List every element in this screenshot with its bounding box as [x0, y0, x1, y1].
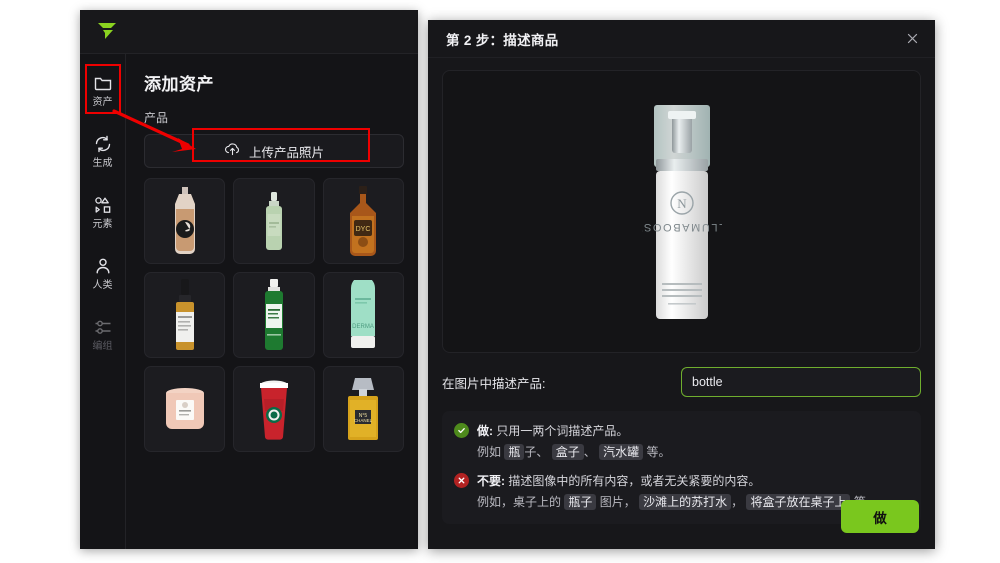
app-window: 资产 生成 元素 人类 编组 添加资产 产品 上传产品照片 DYC DERMA … [80, 10, 418, 549]
tip-do-after-2: 、 [583, 445, 596, 459]
x-icon [454, 473, 469, 488]
sidebar-item-generate-label: 生成 [92, 158, 113, 169]
svg-text:DERMA: DERMA [352, 324, 374, 330]
tip-dont-text: 描述图像中的所有内容，或者无关紧要的内容。 [508, 474, 761, 488]
description-label: 在图片中描述产品: [442, 376, 546, 391]
sidebar: 资产 生成 元素 人类 编组 [80, 54, 126, 549]
product-description-input[interactable] [681, 367, 921, 397]
done-button[interactable]: 做 [841, 500, 919, 533]
svg-text:ILLUMABOOST: ILLUMABOOST [642, 221, 722, 233]
folder-icon [93, 73, 113, 93]
tip-do-example-suffix: 等。 [646, 445, 671, 459]
svg-text:N: N [677, 196, 687, 211]
upload-cloud-icon [224, 142, 241, 161]
modal-footer: 做 [428, 500, 935, 549]
tip-do-text: 只用一两个词描述产品。 [496, 424, 629, 438]
svg-text:CHANEL: CHANEL [354, 418, 373, 423]
svg-text:DYC: DYC [356, 226, 371, 233]
product-preview: N ILLUMABOOST [442, 70, 921, 353]
tip-chip-soda-can: 汽水罐 [599, 444, 644, 460]
person-icon [93, 256, 113, 276]
sidebar-item-humans[interactable]: 人类 [81, 249, 125, 296]
thumbnail-mint-cream-tube[interactable]: DERMA [322, 272, 404, 358]
app-body: 资产 生成 元素 人类 编组 添加资产 产品 上传产品照片 DYC DERMA … [80, 54, 418, 549]
thumbnail-perfume-bottle[interactable]: N°5 CHANEL [322, 366, 404, 452]
sidebar-item-elements[interactable]: 元素 [81, 188, 125, 235]
upload-product-photo-label: 上传产品照片 [248, 145, 324, 160]
tip-do-after-1: 子、 [524, 445, 549, 459]
sidebar-item-humans-label: 人类 [92, 280, 113, 291]
sidebar-item-generate[interactable]: 生成 [81, 127, 125, 174]
screen-root: 资产 生成 元素 人类 编组 添加资产 产品 上传产品照片 DYC DERMA … [0, 0, 1000, 563]
thumbnail-serum-dropper-bottle[interactable] [144, 272, 226, 358]
tip-do-example: 例如 瓶子、 盒子、 汽水罐 等。 [477, 443, 670, 462]
refresh-icon [93, 134, 113, 154]
tip-do-main: 做: 只用一两个词描述产品。 [477, 422, 670, 441]
nodes-icon [93, 317, 113, 337]
sidebar-item-groups-label: 编组 [92, 341, 113, 352]
shapes-icon [93, 195, 113, 215]
tip-chip-bottle: 瓶 [504, 444, 525, 460]
sidebar-item-assets-label: 资产 [92, 97, 113, 108]
close-icon[interactable] [906, 32, 919, 45]
tip-do-title: 做: [477, 424, 493, 438]
tip-dont-main: 不要: 描述图像中的所有内容，或者无关紧要的内容。 [477, 472, 878, 491]
product-thumbnail-grid: DYC DERMA N°5 CHANEL [144, 178, 404, 452]
page-title: 添加资产 [144, 75, 214, 94]
sidebar-item-groups[interactable]: 编组 [81, 310, 125, 357]
tip-dont-title: 不要: [477, 474, 505, 488]
description-row: 在图片中描述产品: [442, 367, 921, 397]
modal-title: 第 2 步：描述商品 [446, 32, 559, 48]
tip-do-example-prefix: 例如 [477, 445, 502, 459]
thumbnail-whiskey-bottle[interactable]: DYC [322, 178, 404, 264]
thumbnail-candle-jar[interactable] [144, 366, 226, 452]
describe-product-modal: 第 2 步：描述商品 N LUMABOOS 在图片中描述产品: bottle 做… [428, 20, 935, 549]
thumbnail-green-toner-bottle[interactable] [233, 272, 315, 358]
illumaboost-pump-bottle-image: N ILLUMABOOST [642, 104, 722, 319]
modal-header: 第 2 步：描述商品 [428, 20, 935, 58]
thumbnail-foundation-bottle[interactable] [144, 178, 226, 264]
upload-product-photo-button[interactable]: 上传产品照片 [144, 134, 404, 168]
tip-do-body: 做: 只用一两个词描述产品。 例如 瓶子、 盒子、 汽水罐 等。 [477, 422, 670, 462]
sidebar-item-elements-label: 元素 [92, 219, 113, 230]
tip-do: 做: 只用一两个词描述产品。 例如 瓶子、 盒子、 汽水罐 等。 [454, 422, 909, 462]
check-icon [454, 423, 469, 438]
flair-logo-icon[interactable] [94, 21, 120, 43]
assets-panel: 添加资产 产品 上传产品照片 DYC DERMA N°5 CHANEL [126, 54, 418, 549]
tip-chip-box: 盒子 [551, 444, 584, 460]
thumbnail-green-spray-bottle[interactable] [233, 178, 315, 264]
modal-body: N ILLUMABOOST 在图片中描述产品: [428, 58, 935, 524]
sidebar-item-assets[interactable]: 资产 [81, 66, 125, 113]
thumbnail-starbucks-cup[interactable] [233, 366, 315, 452]
section-label-product: 产品 [144, 111, 169, 125]
app-topbar [80, 10, 418, 54]
